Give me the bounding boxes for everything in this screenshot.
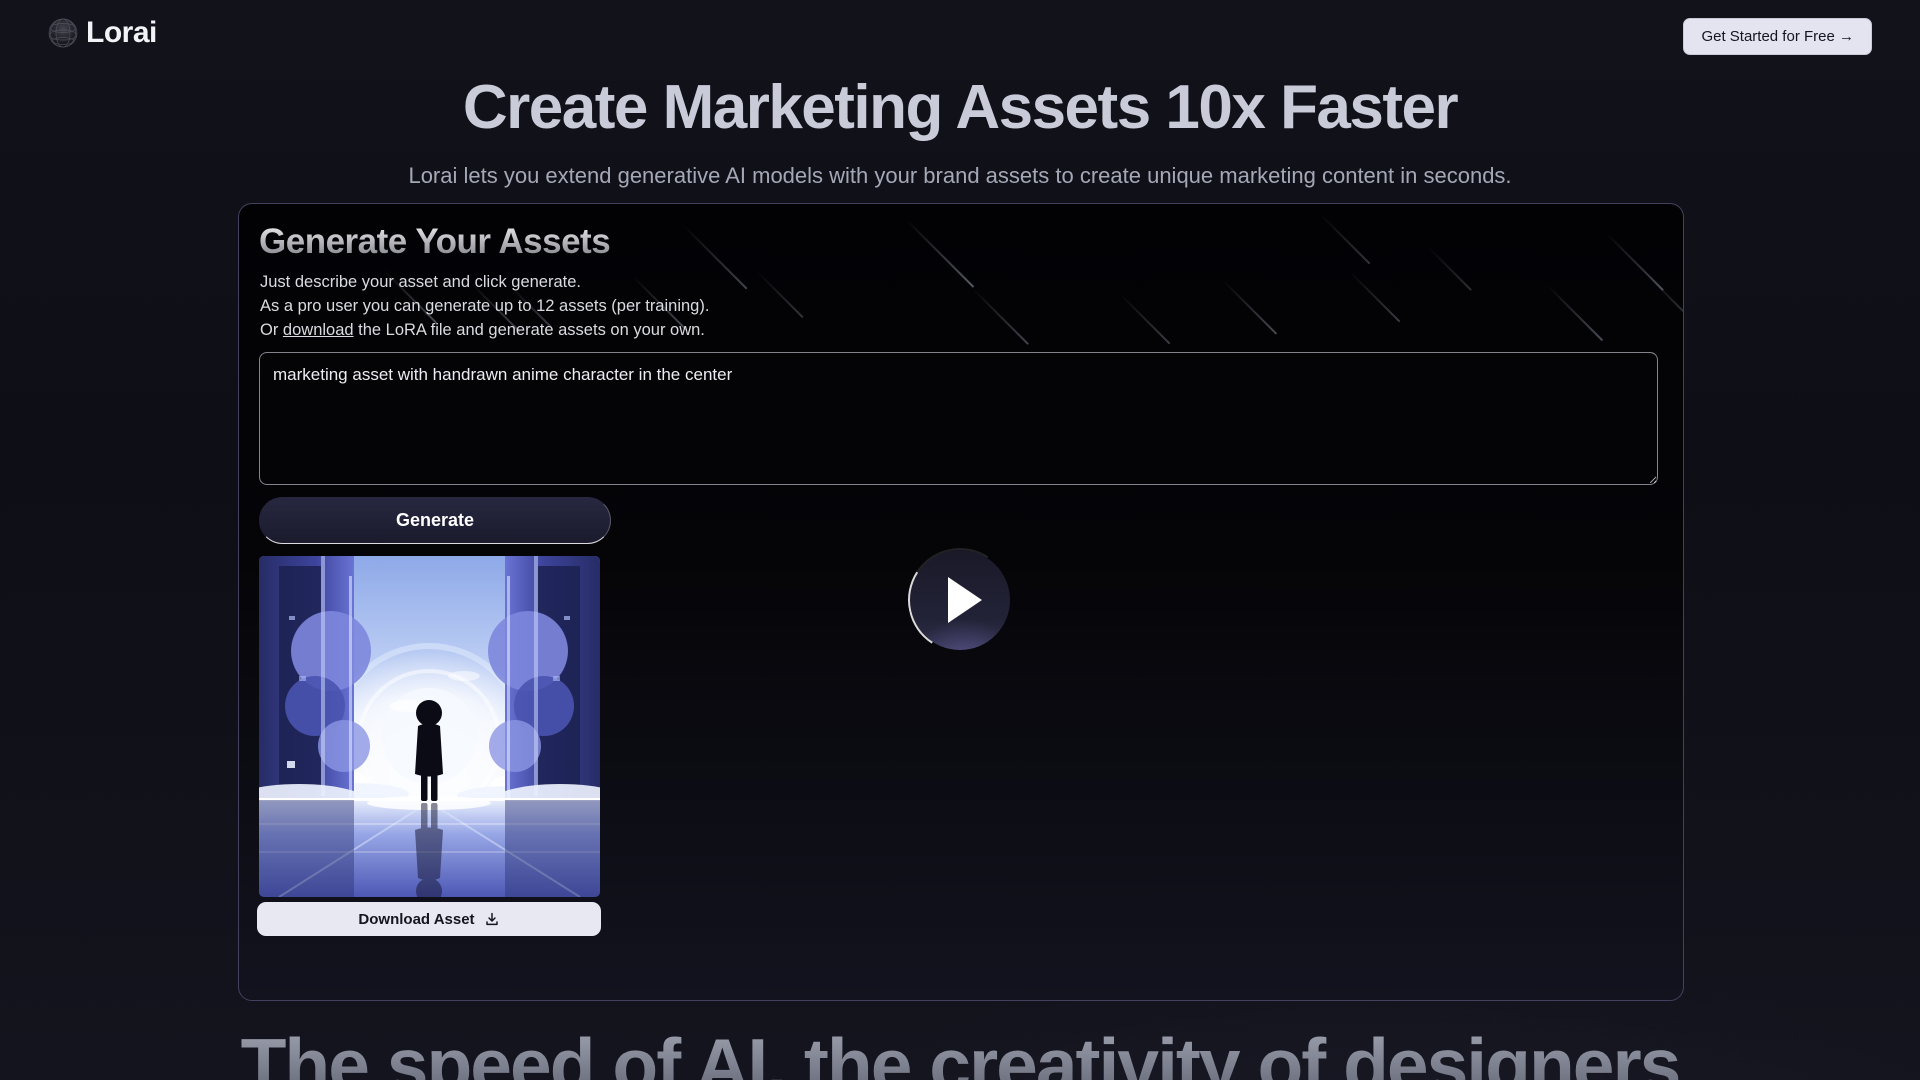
play-icon bbox=[948, 577, 982, 623]
video-play-button[interactable] bbox=[910, 550, 1010, 650]
get-started-button[interactable]: Get Started for Free → bbox=[1683, 18, 1872, 55]
brand-name: Lorai bbox=[86, 16, 157, 50]
meteor-streak bbox=[1320, 214, 1371, 265]
meteor-streak bbox=[682, 224, 747, 289]
generator-heading: Generate Your Assets bbox=[259, 222, 610, 262]
top-nav: Lorai Get Started for Free → bbox=[0, 0, 1920, 72]
hero-subtitle: Lorai lets you extend generative AI mode… bbox=[0, 163, 1920, 189]
meteor-streak bbox=[1350, 272, 1401, 323]
prompt-input[interactable]: marketing asset with handrawn anime char… bbox=[259, 352, 1658, 485]
download-lora-link[interactable]: download bbox=[283, 321, 354, 339]
instruction-3-prefix: Or bbox=[260, 321, 283, 339]
anime-city-illustration bbox=[259, 556, 600, 897]
meteor-streak bbox=[1223, 280, 1277, 334]
meteor-streak bbox=[1428, 247, 1472, 291]
meteor-streak bbox=[1547, 285, 1604, 342]
download-asset-button[interactable]: Download Asset bbox=[257, 902, 601, 936]
generator-instruction-2: As a pro user you can generate up to 12 … bbox=[260, 297, 709, 316]
generator-card: Generate Your Assets Just describe your … bbox=[238, 203, 1684, 1001]
download-asset-label: Download Asset bbox=[358, 911, 474, 928]
download-icon bbox=[484, 911, 500, 927]
meteor-streak bbox=[1645, 273, 1684, 322]
meteor-streak bbox=[1120, 294, 1171, 345]
generate-button[interactable]: Generate bbox=[259, 497, 611, 544]
logo-icon bbox=[46, 16, 80, 50]
meteor-streak bbox=[756, 271, 803, 318]
page: Lorai Get Started for Free → Create Mark… bbox=[0, 0, 1920, 1080]
generator-instruction-1: Just describe your asset and click gener… bbox=[260, 273, 581, 292]
generator-instruction-3: Or download the LoRA file and generate a… bbox=[260, 321, 705, 340]
meteor-streak bbox=[906, 219, 975, 288]
meteor-streak bbox=[971, 287, 1029, 345]
meteor-streak bbox=[1606, 233, 1664, 291]
instruction-3-suffix: the LoRA file and generate assets on you… bbox=[354, 321, 705, 339]
generated-asset-image bbox=[259, 556, 600, 897]
hero-title: Create Marketing Assets 10x Faster bbox=[0, 72, 1920, 143]
brand[interactable]: Lorai bbox=[46, 16, 157, 50]
next-section-heading: The speed of AI, the creativity of desig… bbox=[0, 1022, 1920, 1080]
